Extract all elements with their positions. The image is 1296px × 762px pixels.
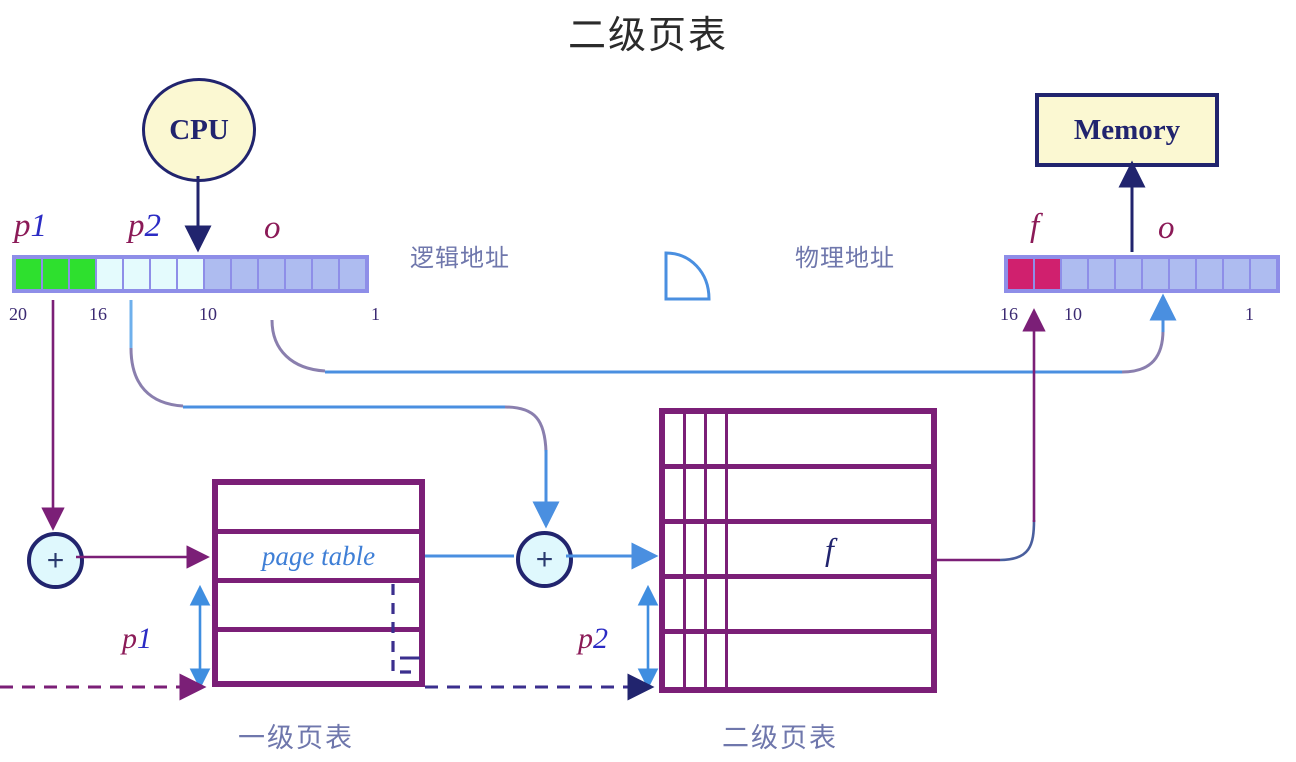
table-cell: [728, 579, 931, 629]
table-cell: [707, 414, 728, 464]
address-cell-o: [232, 259, 257, 289]
address-cell-f: [1035, 259, 1060, 289]
page-table-level1: page table: [212, 479, 425, 687]
page-title: 二级页表: [567, 13, 728, 57]
address-cell-f: [1008, 259, 1033, 289]
page-table-entry-label: page table: [261, 540, 376, 571]
cpu-node: CPU: [142, 78, 256, 182]
address-cell-o: [1170, 259, 1195, 289]
address-cell-o: [259, 259, 284, 289]
table-cell: [707, 579, 728, 629]
table-row: [665, 634, 931, 689]
address-cell-p2: [97, 259, 122, 289]
adder-2-symbol: +: [535, 542, 554, 576]
adder-2: +: [516, 531, 573, 588]
address-cell-o: [1143, 259, 1168, 289]
address-cell-p2: [124, 259, 149, 289]
adder-1-symbol: +: [46, 543, 65, 577]
diagram-canvas: 二级页表 CPU Memory p1 p2 o 20 16 10 1 f o 1…: [0, 0, 1296, 762]
table-cell: [728, 469, 931, 519]
address-cell-p1: [70, 259, 95, 289]
address-cell-p1: [43, 259, 68, 289]
table-row: [665, 414, 931, 469]
phys-bit-mark-16: 16: [1000, 304, 1018, 324]
quarter-circle-icon: [664, 251, 711, 301]
address-cell-o: [340, 259, 365, 289]
table-row: [218, 485, 419, 534]
table-cell: f: [728, 524, 931, 574]
address-cell-o: [1251, 259, 1276, 289]
table-cell: [728, 414, 931, 464]
table-row: [218, 583, 419, 632]
table-cell: [707, 634, 728, 689]
offset-to-physical-connector: [270, 293, 1177, 374]
pt2-frame-to-physical-f-connector: [937, 308, 1046, 562]
field-label-o-logical: o: [264, 210, 281, 246]
table-row: [665, 579, 931, 634]
measure-label-p2: p2: [578, 622, 608, 655]
field-label-o-physical: o: [1158, 210, 1175, 246]
address-cell-o: [1116, 259, 1141, 289]
address-cell-o: [286, 259, 311, 289]
physical-address-bar: [1004, 255, 1280, 293]
page-table-level1-caption: 一级页表: [238, 723, 354, 754]
table-cell: [665, 634, 686, 689]
table-cell: [728, 634, 931, 689]
logical-address-caption: 逻辑地址: [410, 244, 510, 272]
adder-1: +: [27, 532, 84, 589]
field-label-p1: p1: [14, 208, 47, 244]
bit-mark-10: 10: [199, 304, 217, 324]
table-cell: [686, 469, 707, 519]
memory-node: Memory: [1035, 93, 1219, 167]
page-table-level2: f: [659, 408, 937, 693]
address-cell-p2: [178, 259, 203, 289]
address-cell-p2: [151, 259, 176, 289]
table-row: f: [665, 524, 931, 579]
field-label-p2: p2: [128, 208, 161, 244]
cpu-label: CPU: [169, 113, 229, 146]
phys-bit-mark-10: 10: [1064, 304, 1082, 324]
address-cell-o: [1062, 259, 1087, 289]
table-cell: [686, 414, 707, 464]
address-cell-p1: [16, 259, 41, 289]
address-cell-o: [205, 259, 230, 289]
table-cell: [665, 524, 686, 574]
table-cell: [686, 524, 707, 574]
field-label-f: f: [1030, 208, 1040, 244]
bit-mark-20: 20: [9, 304, 27, 324]
frame-number-label: f: [825, 530, 834, 567]
table-row: page table: [218, 534, 419, 583]
bit-mark-16: 16: [89, 304, 107, 324]
phys-bit-mark-1: 1: [1245, 304, 1254, 324]
table-cell: [665, 469, 686, 519]
table-row: [218, 632, 419, 681]
table-cell: [686, 579, 707, 629]
table-row: [665, 469, 931, 524]
table-cell: [665, 579, 686, 629]
address-cell-o: [1224, 259, 1249, 289]
page-table-level2-caption: 二级页表: [722, 723, 838, 754]
table-cell: [707, 469, 728, 519]
table-cell: [665, 414, 686, 464]
address-cell-o: [313, 259, 338, 289]
address-cell-o: [1089, 259, 1114, 289]
table-cell: [707, 524, 728, 574]
address-cell-o: [1197, 259, 1222, 289]
table-cell: [686, 634, 707, 689]
measure-label-p1: p1: [122, 622, 152, 655]
memory-label: Memory: [1073, 113, 1181, 146]
logical-address-bar: [12, 255, 369, 293]
physical-address-caption: 物理地址: [795, 244, 895, 272]
bit-mark-1: 1: [371, 304, 380, 324]
